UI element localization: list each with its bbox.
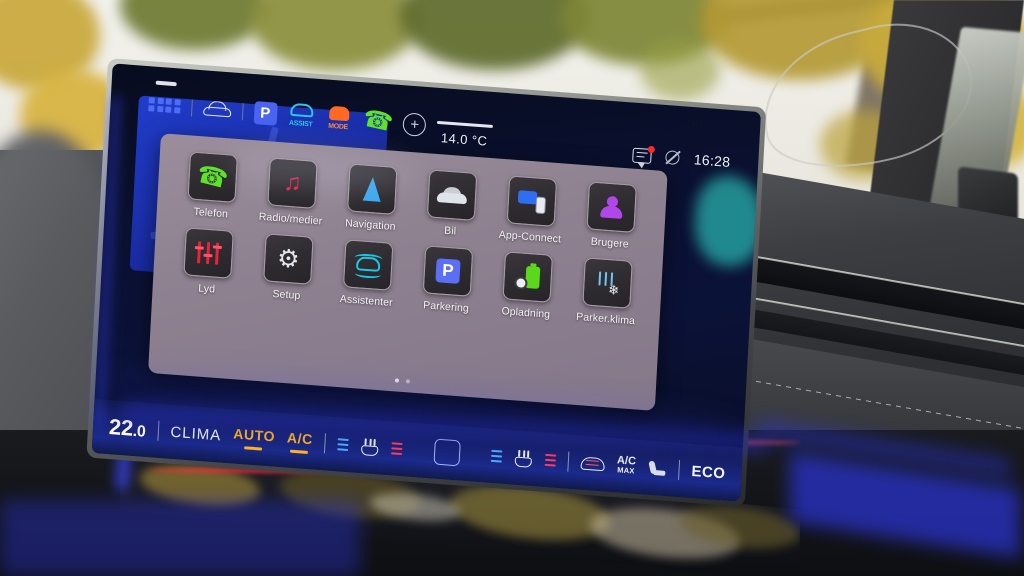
app-connect-icon bbox=[517, 188, 547, 215]
app-label: Bil bbox=[443, 224, 457, 238]
app-tile[interactable]: ❄ bbox=[582, 257, 633, 309]
app-grid: ☎ Telefon ♫ Radio/medier Navigation Bil … bbox=[166, 150, 652, 328]
navigation-arrow-icon bbox=[362, 176, 382, 202]
app-label: Lyd bbox=[197, 282, 216, 296]
car-icon bbox=[436, 185, 468, 205]
gear-icon: ⚙ bbox=[276, 243, 301, 274]
app-label: App-Connect bbox=[498, 228, 562, 246]
app-opladning[interactable]: Opladning bbox=[486, 250, 569, 322]
app-navigation[interactable]: Navigation bbox=[330, 162, 413, 234]
grid-icon[interactable] bbox=[148, 96, 181, 114]
assist-icon-label: ASSIST bbox=[288, 119, 313, 129]
app-label: Opladning bbox=[501, 305, 551, 321]
ambient-light bbox=[0, 500, 360, 576]
park-climate-icon: ❄ bbox=[594, 270, 621, 297]
foliage bbox=[640, 40, 720, 100]
seat-heat-icon-right[interactable] bbox=[544, 453, 557, 467]
app-tile[interactable] bbox=[426, 169, 478, 221]
notification-badge bbox=[648, 145, 656, 153]
front-defrost-icon-right[interactable] bbox=[514, 449, 534, 468]
app-label: Radio/medier bbox=[258, 210, 323, 228]
app-label: Telefon bbox=[193, 205, 229, 221]
app-lyd[interactable]: Lyd bbox=[166, 226, 249, 298]
rear-defrost-icon[interactable] bbox=[580, 456, 606, 471]
app-label: Navigation bbox=[344, 217, 396, 233]
climate-menu-button[interactable] bbox=[433, 438, 461, 467]
ac-max-button[interactable]: A/C MAX bbox=[616, 454, 637, 476]
app-label: Parkering bbox=[422, 299, 470, 315]
page-dot-active[interactable] bbox=[394, 378, 399, 383]
seat-heat-icon-left[interactable] bbox=[391, 442, 403, 456]
app-tile[interactable]: ☎ bbox=[187, 151, 238, 203]
app-radio-medier[interactable]: ♫ Radio/medier bbox=[250, 156, 333, 228]
climate-label[interactable]: CLIMA bbox=[170, 423, 222, 444]
app-parker-klima[interactable]: ❄ Parker.klima bbox=[565, 256, 648, 328]
car-icon[interactable] bbox=[202, 100, 231, 119]
ac-max-line2: MAX bbox=[616, 465, 635, 476]
app-tile[interactable] bbox=[342, 239, 394, 291]
divider bbox=[678, 459, 681, 480]
app-label: Parker.klima bbox=[575, 310, 636, 328]
clock: 16:28 bbox=[693, 151, 731, 170]
divider bbox=[241, 102, 244, 120]
app-label: Assistenter bbox=[339, 293, 394, 309]
car-interior-photo: P ASSIST MODE ☎ + 14.0 °C 16:28 ☎ Telefo… bbox=[0, 0, 1024, 576]
app-brugere[interactable]: Brugere bbox=[570, 180, 653, 252]
app-tile[interactable] bbox=[506, 175, 558, 227]
app-tile[interactable]: P bbox=[422, 245, 474, 297]
app-assistenter[interactable]: Assistenter bbox=[326, 238, 409, 310]
screen-reflection bbox=[692, 173, 762, 269]
plus-icon[interactable]: + bbox=[402, 111, 427, 137]
outside-temperature-value: 14.0 °C bbox=[440, 130, 488, 149]
divider bbox=[157, 420, 160, 441]
divider bbox=[567, 451, 570, 472]
ac-button[interactable]: A/C bbox=[286, 429, 314, 454]
app-tile[interactable] bbox=[586, 181, 637, 233]
park-badge[interactable]: P bbox=[253, 100, 278, 126]
divider bbox=[324, 433, 327, 454]
app-tile[interactable]: ♫ bbox=[267, 157, 318, 209]
app-menu-panel[interactable]: ☎ Telefon ♫ Radio/medier Navigation Bil … bbox=[148, 133, 668, 411]
mute-icon[interactable] bbox=[664, 149, 681, 166]
app-telefon[interactable]: ☎ Telefon bbox=[171, 150, 254, 222]
app-setup[interactable]: ⚙ Setup bbox=[246, 232, 329, 304]
eco-button[interactable]: ECO bbox=[691, 462, 726, 482]
temperature-divider bbox=[436, 120, 493, 129]
outside-temperature: 14.0 °C bbox=[436, 120, 493, 149]
phone-icon[interactable]: ☎ bbox=[360, 104, 395, 137]
fan-level-icon-left[interactable] bbox=[337, 438, 349, 452]
phone-icon: ☎ bbox=[194, 159, 232, 195]
app-label: Setup bbox=[272, 287, 301, 303]
app-tile[interactable]: ⚙ bbox=[263, 233, 314, 285]
auto-button[interactable]: AUTO bbox=[233, 425, 276, 451]
equalizer-icon bbox=[194, 241, 222, 265]
app-label: Brugere bbox=[590, 235, 630, 251]
assist-icon[interactable]: ASSIST bbox=[287, 102, 315, 129]
page-indicator[interactable] bbox=[149, 360, 656, 402]
mode-icon[interactable]: MODE bbox=[325, 105, 352, 131]
fan-level-icon-right[interactable] bbox=[490, 449, 503, 463]
app-tile[interactable] bbox=[347, 163, 398, 215]
front-defrost-icon-left[interactable] bbox=[360, 437, 380, 456]
app-parkering[interactable]: P Parkering bbox=[406, 244, 489, 316]
seat-heat-icon[interactable] bbox=[647, 459, 667, 476]
charging-battery-icon bbox=[514, 262, 541, 291]
app-tile[interactable] bbox=[183, 227, 234, 279]
mode-icon-label: MODE bbox=[328, 122, 349, 132]
user-icon bbox=[599, 194, 624, 220]
app-bil[interactable]: Bil bbox=[410, 168, 493, 240]
driver-assist-icon bbox=[354, 252, 383, 279]
divider bbox=[190, 98, 193, 116]
message-icon[interactable] bbox=[632, 145, 656, 164]
app-app-connect[interactable]: App-Connect bbox=[490, 174, 573, 246]
climate-temperature-decimal: .0 bbox=[132, 422, 146, 441]
page-dot[interactable] bbox=[405, 379, 410, 384]
handle-indicator bbox=[155, 80, 177, 87]
app-tile[interactable] bbox=[502, 251, 554, 303]
music-note-icon: ♫ bbox=[282, 168, 303, 197]
parking-p-icon: P bbox=[435, 258, 461, 284]
